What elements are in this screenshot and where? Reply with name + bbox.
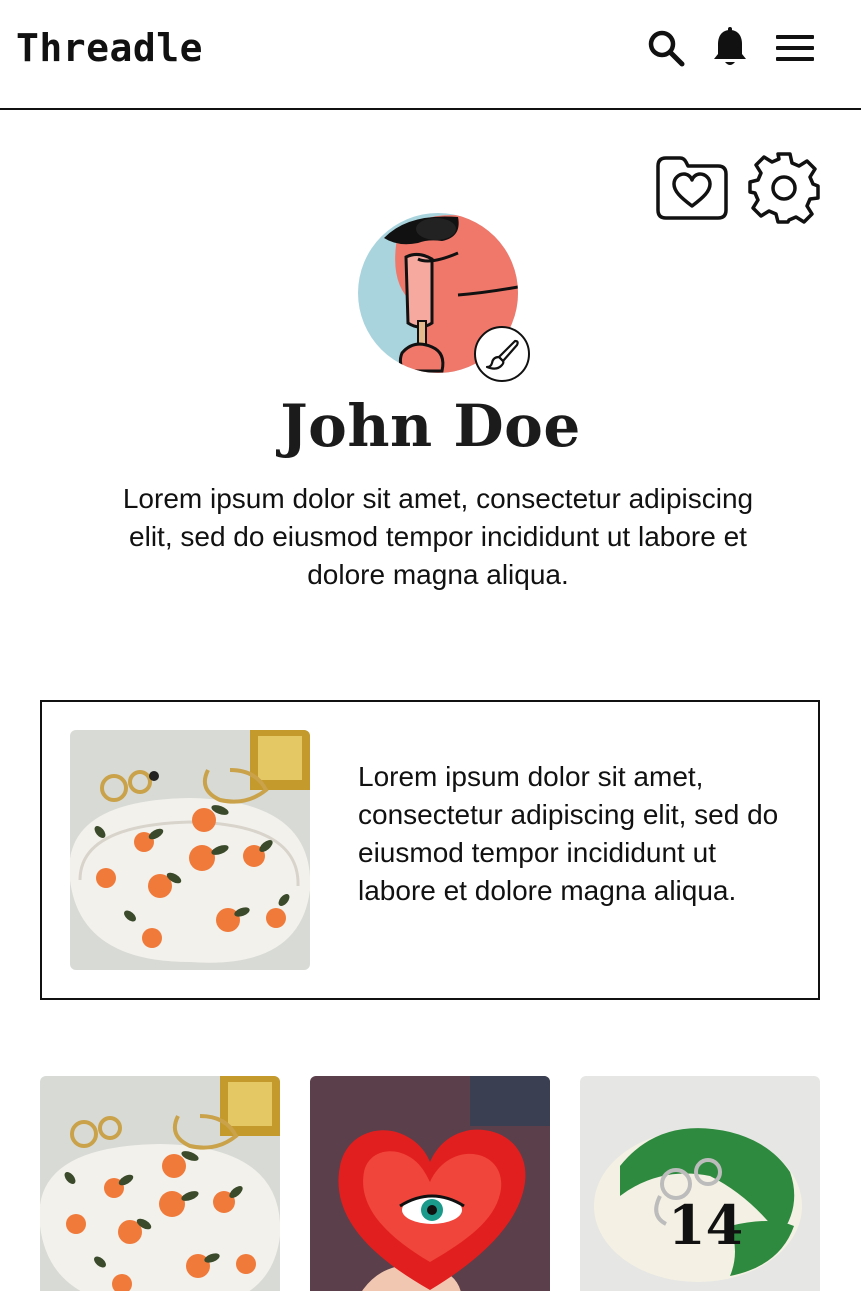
featured-card[interactable]: Lorem ipsum dolor sit amet, consectetur … bbox=[40, 700, 820, 1000]
green-dish-photo: 14 bbox=[580, 1076, 820, 1291]
edit-avatar-button[interactable] bbox=[474, 326, 530, 382]
profile-name: John Doe bbox=[280, 392, 581, 460]
brand-logo[interactable]: Threadle bbox=[16, 26, 203, 70]
notifications-button[interactable] bbox=[708, 26, 752, 70]
grid-item-3[interactable]: 14 bbox=[580, 1076, 820, 1291]
paintbrush-icon bbox=[485, 339, 519, 370]
profile-bio: Lorem ipsum dolor sit amet, consectetur … bbox=[122, 483, 754, 590]
search-icon bbox=[648, 30, 685, 67]
settings-button[interactable] bbox=[746, 150, 822, 226]
gear-icon bbox=[748, 152, 820, 224]
favorites-folder-button[interactable] bbox=[652, 152, 732, 224]
bell-icon bbox=[714, 27, 746, 65]
folder-heart-icon bbox=[656, 156, 728, 220]
grid-item-1[interactable] bbox=[40, 1076, 280, 1291]
featured-image[interactable] bbox=[70, 730, 310, 970]
menu-icon bbox=[776, 35, 814, 61]
search-button[interactable] bbox=[644, 26, 688, 70]
heart-dish-photo bbox=[310, 1076, 550, 1291]
oval-dish-photo bbox=[40, 1076, 280, 1291]
svg-text:14: 14 bbox=[668, 1193, 743, 1257]
avatar-container bbox=[358, 213, 530, 385]
oval-dish-photo bbox=[70, 730, 310, 970]
featured-description: Lorem ipsum dolor sit amet, consectetur … bbox=[358, 761, 779, 906]
top-bar: Threadle bbox=[0, 0, 861, 110]
menu-button[interactable] bbox=[773, 26, 817, 70]
grid-item-2[interactable] bbox=[310, 1076, 550, 1291]
